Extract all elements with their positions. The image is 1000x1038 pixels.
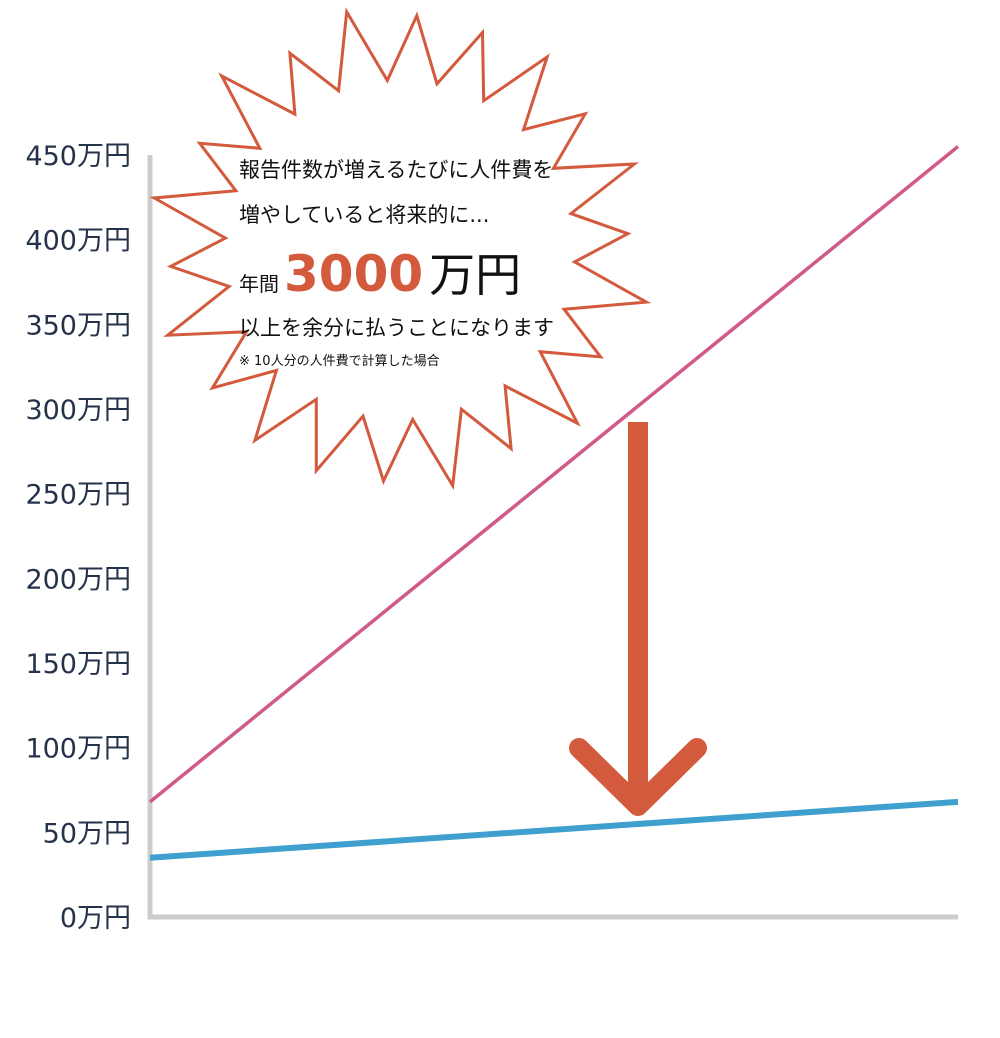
callout-note: ※ 10人分の人件費で計算した場合 [239, 353, 440, 369]
y-tick-label: 300万円 [25, 395, 131, 426]
y-tick-label: 350万円 [25, 310, 131, 341]
y-tick-label: 400万円 [25, 226, 131, 257]
y-tick-label: 50万円 [43, 818, 131, 849]
callout-line-1: 報告件数が増えるたびに人件費を [239, 158, 553, 182]
callout-line-2: 増やしていると将来的に... [239, 203, 489, 227]
y-tick-labels: 0万円 50万円 100万円 150万円 200万円 250万円 300万円 350万円 400… [25, 141, 131, 934]
y-tick-label: 200万円 [25, 564, 131, 595]
callout-unit: 万円 [429, 248, 521, 302]
y-tick-label: 250万円 [25, 480, 131, 511]
cost-comparison-chart: 0万円 50万円 100万円 150万円 200万円 250万円 300万円 350万円 400… [25, 7, 960, 934]
y-tick-label: 150万円 [25, 649, 131, 680]
callout-line-4: 以上を余分に払うことになります [239, 316, 554, 340]
chart-stage: 0万円 50万円 100万円 150万円 200万円 250万円 300万円 350万円 400… [0, 0, 1000, 1038]
down-arrow-icon [569, 422, 707, 816]
y-tick-label: 0万円 [60, 903, 131, 934]
y-tick-label: 100万円 [25, 734, 131, 765]
callout-prefix: 年間 [239, 272, 279, 296]
callout-amount: 3000 [284, 245, 423, 303]
y-tick-label: 450万円 [25, 141, 131, 172]
series-line-2 [149, 798, 959, 861]
starburst-callout: 報告件数が増えるたびに人件費を 増やしていると将来的に... 年間 3000 万円 … [149, 7, 652, 491]
